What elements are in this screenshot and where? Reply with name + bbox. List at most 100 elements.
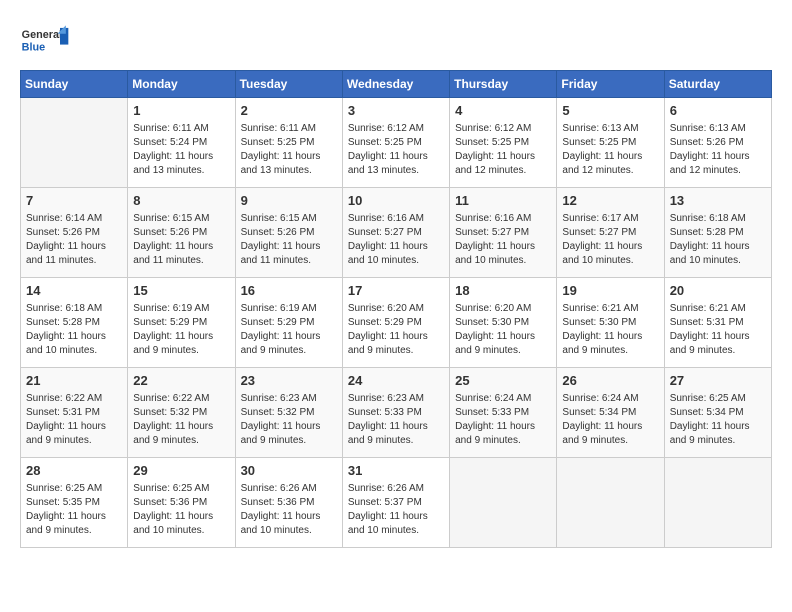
calendar-cell: 9 Sunrise: 6:15 AMSunset: 5:26 PMDaylight… (235, 188, 342, 278)
calendar-cell: 26Sunrise: 6:24 AMSunset: 5:34 PMDayligh… (557, 368, 664, 458)
day-number: 19 (562, 282, 658, 300)
day-info: Sunrise: 6:15 AMSunset: 5:26 PMDaylight:… (133, 212, 229, 268)
calendar-cell: 7 Sunrise: 6:14 AMSunset: 5:26 PMDaylight… (21, 188, 128, 278)
day-number: 12 (562, 192, 658, 210)
calendar-table: SundayMondayTuesdayWednesdayThursdayFrid… (20, 70, 772, 548)
day-info: Sunrise: 6:17 AMSunset: 5:27 PMDaylight:… (562, 212, 658, 268)
day-number: 21 (26, 372, 122, 390)
calendar-cell: 5Sunrise: 6:13 AMSunset: 5:25 PMDaylight… (557, 98, 664, 188)
day-number: 8 (133, 192, 229, 210)
weekday-header-monday: Monday (128, 71, 235, 98)
day-number: 6 (670, 102, 766, 120)
weekday-header-friday: Friday (557, 71, 664, 98)
day-number: 18 (455, 282, 551, 300)
day-number: 4 (455, 102, 551, 120)
day-number: 29 (133, 462, 229, 480)
calendar-cell: 29 Sunrise: 6:25 AMSunset: 5:36 PMDayligh… (128, 458, 235, 548)
day-info: Sunrise: 6:18 AMSunset: 5:28 PMDaylight:… (26, 302, 122, 358)
day-info: Sunrise: 6:12 AMSunset: 5:25 PMDaylight:… (348, 122, 444, 178)
day-info: Sunrise: 6:18 AMSunset: 5:28 PMDaylight:… (670, 212, 766, 268)
day-info: Sunrise: 6:26 AMSunset: 5:37 PMDaylight:… (348, 482, 444, 538)
day-number: 13 (670, 192, 766, 210)
day-info: Sunrise: 6:21 AMSunset: 5:30 PMDaylight:… (562, 302, 658, 358)
calendar-cell: 4 Sunrise: 6:12 AMSunset: 5:25 PMDaylight… (450, 98, 557, 188)
day-number: 17 (348, 282, 444, 300)
day-number: 25 (455, 372, 551, 390)
day-number: 28 (26, 462, 122, 480)
day-info: Sunrise: 6:20 AMSunset: 5:29 PMDaylight:… (348, 302, 444, 358)
calendar-cell: 3 Sunrise: 6:12 AMSunset: 5:25 PMDaylight… (342, 98, 449, 188)
weekday-header-tuesday: Tuesday (235, 71, 342, 98)
day-number: 30 (241, 462, 337, 480)
day-info: Sunrise: 6:24 AMSunset: 5:33 PMDaylight:… (455, 392, 551, 448)
day-info: Sunrise: 6:26 AMSunset: 5:36 PMDaylight:… (241, 482, 337, 538)
day-info: Sunrise: 6:13 AMSunset: 5:26 PMDaylight:… (670, 122, 766, 178)
day-info: Sunrise: 6:23 AMSunset: 5:33 PMDaylight:… (348, 392, 444, 448)
day-number: 15 (133, 282, 229, 300)
day-number: 22 (133, 372, 229, 390)
calendar-cell: 19 Sunrise: 6:21 AMSunset: 5:30 PMDayligh… (557, 278, 664, 368)
day-number: 2 (241, 102, 337, 120)
logo: General Blue (20, 20, 70, 60)
day-number: 9 (241, 192, 337, 210)
day-info: Sunrise: 6:22 AMSunset: 5:32 PMDaylight:… (133, 392, 229, 448)
day-info: Sunrise: 6:25 AMSunset: 5:36 PMDaylight:… (133, 482, 229, 538)
day-info: Sunrise: 6:16 AMSunset: 5:27 PMDaylight:… (348, 212, 444, 268)
logo-icon: General Blue (20, 20, 70, 60)
day-number: 24 (348, 372, 444, 390)
calendar-cell: 24 Sunrise: 6:23 AMSunset: 5:33 PMDayligh… (342, 368, 449, 458)
calendar-cell: 12 Sunrise: 6:17 AMSunset: 5:27 PMDayligh… (557, 188, 664, 278)
calendar-cell: 1 Sunrise: 6:11 AMSunset: 5:24 PMDaylight… (128, 98, 235, 188)
day-info: Sunrise: 6:25 AMSunset: 5:35 PMDaylight:… (26, 482, 122, 538)
calendar-cell: 22 Sunrise: 6:22 AMSunset: 5:32 PMDayligh… (128, 368, 235, 458)
day-info: Sunrise: 6:21 AMSunset: 5:31 PMDaylight:… (670, 302, 766, 358)
day-number: 10 (348, 192, 444, 210)
day-number: 16 (241, 282, 337, 300)
day-info: Sunrise: 6:12 AMSunset: 5:25 PMDaylight:… (455, 122, 551, 178)
calendar-cell: 23Sunrise: 6:23 AMSunset: 5:32 PMDayligh… (235, 368, 342, 458)
calendar-cell: 2 Sunrise: 6:11 AMSunset: 5:25 PMDaylight… (235, 98, 342, 188)
day-number: 7 (26, 192, 122, 210)
day-number: 27 (670, 372, 766, 390)
calendar-cell: 8 Sunrise: 6:15 AMSunset: 5:26 PMDaylight… (128, 188, 235, 278)
calendar-cell (450, 458, 557, 548)
weekday-header-saturday: Saturday (664, 71, 771, 98)
calendar-cell: 6 Sunrise: 6:13 AMSunset: 5:26 PMDaylight… (664, 98, 771, 188)
day-number: 3 (348, 102, 444, 120)
calendar-cell: 18 Sunrise: 6:20 AMSunset: 5:30 PMDayligh… (450, 278, 557, 368)
calendar-cell: 28 Sunrise: 6:25 AMSunset: 5:35 PMDayligh… (21, 458, 128, 548)
svg-text:General: General (22, 29, 62, 41)
weekday-header-wednesday: Wednesday (342, 71, 449, 98)
day-number: 1 (133, 102, 229, 120)
weekday-header-sunday: Sunday (21, 71, 128, 98)
weekday-header-thursday: Thursday (450, 71, 557, 98)
calendar-cell: 31 Sunrise: 6:26 AMSunset: 5:37 PMDayligh… (342, 458, 449, 548)
calendar-cell: 17 Sunrise: 6:20 AMSunset: 5:29 PMDayligh… (342, 278, 449, 368)
calendar-cell: 10 Sunrise: 6:16 AMSunset: 5:27 PMDayligh… (342, 188, 449, 278)
calendar-cell: 16 Sunrise: 6:19 AMSunset: 5:29 PMDayligh… (235, 278, 342, 368)
day-info: Sunrise: 6:19 AMSunset: 5:29 PMDaylight:… (133, 302, 229, 358)
day-info: Sunrise: 6:24 AMSunset: 5:34 PMDaylight:… (562, 392, 658, 448)
calendar-cell: 27 Sunrise: 6:25 AMSunset: 5:34 PMDayligh… (664, 368, 771, 458)
day-number: 14 (26, 282, 122, 300)
calendar-cell: 25 Sunrise: 6:24 AMSunset: 5:33 PMDayligh… (450, 368, 557, 458)
day-info: Sunrise: 6:19 AMSunset: 5:29 PMDaylight:… (241, 302, 337, 358)
day-number: 23 (241, 372, 337, 390)
calendar-cell: 30 Sunrise: 6:26 AMSunset: 5:36 PMDayligh… (235, 458, 342, 548)
day-number: 20 (670, 282, 766, 300)
page-header: General Blue (20, 20, 772, 60)
svg-text:Blue: Blue (22, 41, 45, 53)
day-info: Sunrise: 6:20 AMSunset: 5:30 PMDaylight:… (455, 302, 551, 358)
calendar-cell: 11Sunrise: 6:16 AMSunset: 5:27 PMDayligh… (450, 188, 557, 278)
calendar-cell (21, 98, 128, 188)
calendar-cell: 13 Sunrise: 6:18 AMSunset: 5:28 PMDayligh… (664, 188, 771, 278)
day-info: Sunrise: 6:11 AMSunset: 5:24 PMDaylight:… (133, 122, 229, 178)
day-info: Sunrise: 6:11 AMSunset: 5:25 PMDaylight:… (241, 122, 337, 178)
day-info: Sunrise: 6:25 AMSunset: 5:34 PMDaylight:… (670, 392, 766, 448)
day-number: 11 (455, 192, 551, 210)
calendar-cell (557, 458, 664, 548)
day-info: Sunrise: 6:13 AMSunset: 5:25 PMDaylight:… (562, 122, 658, 178)
day-info: Sunrise: 6:15 AMSunset: 5:26 PMDaylight:… (241, 212, 337, 268)
day-info: Sunrise: 6:14 AMSunset: 5:26 PMDaylight:… (26, 212, 122, 268)
day-number: 31 (348, 462, 444, 480)
